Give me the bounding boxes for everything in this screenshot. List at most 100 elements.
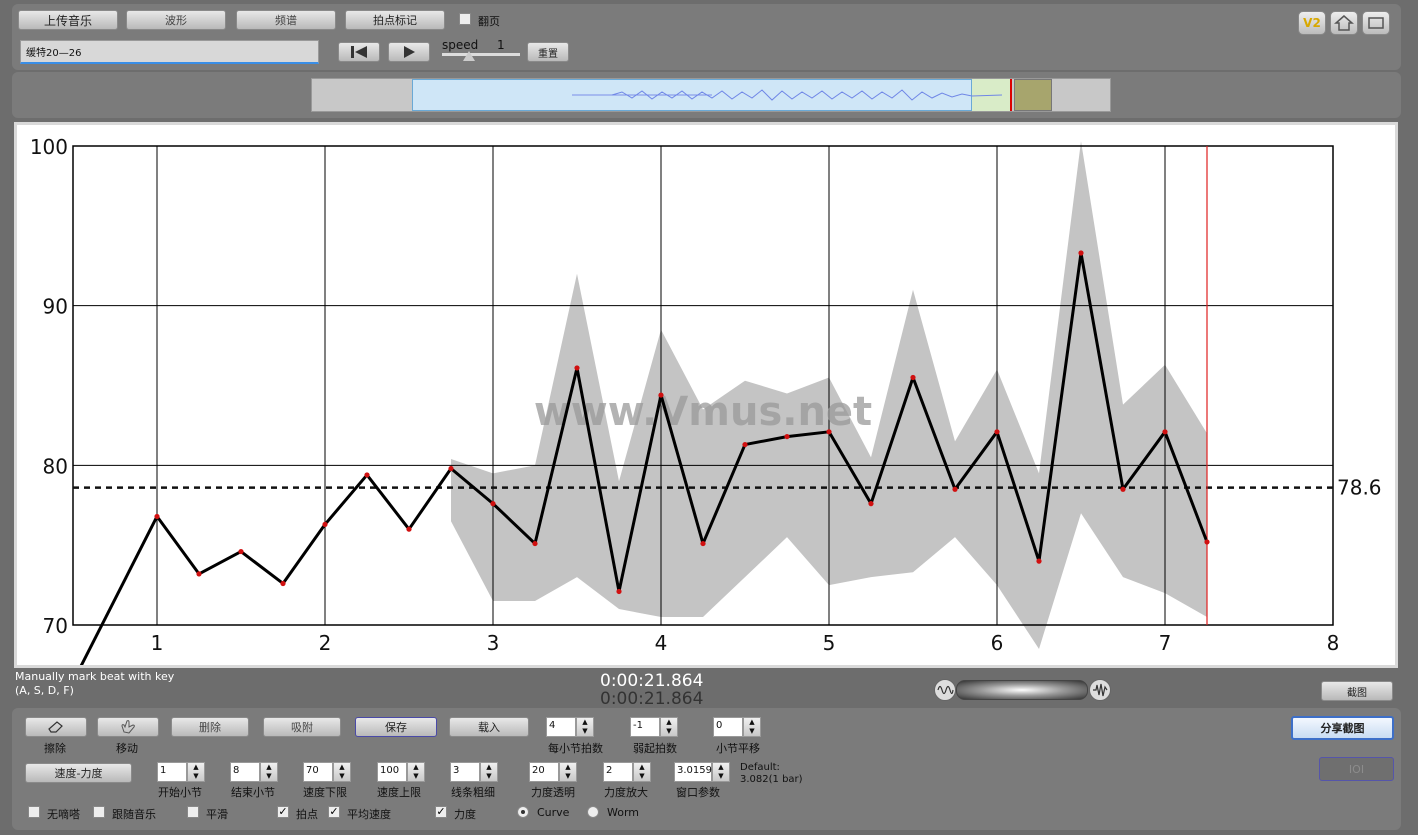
skip-back-icon: [351, 46, 367, 58]
no-beep-checkbox[interactable]: [28, 806, 40, 818]
dynamics-checkbox[interactable]: ✓: [435, 806, 447, 818]
beat-points-checkbox[interactable]: ✓: [277, 806, 289, 818]
end-bar-stepper[interactable]: 8 ▲ ▼: [230, 762, 278, 782]
beat-point[interactable]: [364, 472, 370, 478]
waveform-button[interactable]: 波形: [126, 10, 226, 30]
dynamics-scale-label: 力度放大: [604, 786, 648, 799]
waveform-toggle-icon[interactable]: [934, 679, 956, 701]
beat-point[interactable]: [868, 501, 874, 507]
beat-point[interactable]: [322, 521, 328, 528]
pickup-beats-label: 弱起拍数: [633, 742, 677, 755]
worm-radio[interactable]: [587, 806, 599, 818]
upload-music-button[interactable]: 上传音乐: [18, 10, 118, 30]
ioi-button[interactable]: IOI: [1319, 757, 1394, 781]
y-tick-label: 70: [43, 614, 68, 638]
beat-point[interactable]: [574, 365, 580, 371]
tempo-chart[interactable]: www.Vmus.net78.61 2 3 4 5 6 7 8708090100: [17, 125, 1395, 665]
y-tick-label: 80: [43, 454, 68, 478]
play-icon: [404, 46, 415, 58]
tempo-min-stepper[interactable]: 70 ▲ ▼: [303, 762, 351, 782]
time-display-primary: 0:00:21.864: [600, 671, 704, 691]
save-button[interactable]: 保存: [355, 717, 437, 737]
speed-slider-thumb[interactable]: [463, 51, 475, 61]
end-bar-label: 结束小节: [231, 786, 275, 799]
bar-shift-stepper[interactable]: 0 ▲ ▼: [713, 717, 761, 737]
worm-label: Worm: [607, 806, 640, 819]
delete-button[interactable]: 删除: [171, 717, 249, 737]
beat-point[interactable]: [1036, 558, 1042, 564]
beat-point[interactable]: [238, 548, 244, 555]
avg-tempo-checkbox[interactable]: ✓: [328, 806, 340, 818]
start-bar-stepper[interactable]: 1 ▲ ▼: [157, 762, 205, 782]
beat-point[interactable]: [952, 486, 958, 492]
beat-point[interactable]: [826, 429, 832, 435]
beat-point[interactable]: [1120, 486, 1126, 492]
start-bar-label: 开始小节: [158, 786, 202, 799]
line-width-stepper[interactable]: 3 ▲ ▼: [450, 762, 498, 782]
beat-point[interactable]: [910, 374, 916, 381]
home-icon[interactable]: [1330, 11, 1358, 35]
tempo-max-label: 速度上限: [377, 786, 421, 799]
line-width-label: 线条粗细: [451, 786, 495, 799]
beat-point[interactable]: [994, 429, 1000, 435]
skip-to-start-button[interactable]: [338, 42, 380, 62]
waveform-loud-icon[interactable]: [1089, 679, 1111, 701]
flip-page-checkbox[interactable]: [459, 13, 471, 25]
beat-point[interactable]: [532, 540, 538, 547]
volume-slider[interactable]: [956, 680, 1088, 700]
beat-point[interactable]: [1162, 429, 1168, 435]
bar-shift-label: 小节平移: [716, 742, 760, 755]
window-param-label: 窗口参数: [676, 786, 720, 799]
beat-point[interactable]: [616, 588, 622, 595]
y-tick-label: 100: [30, 135, 68, 159]
avg-tempo-label: 平均速度: [347, 808, 391, 821]
beat-point[interactable]: [784, 433, 790, 440]
spectrum-button[interactable]: 频谱: [236, 10, 336, 30]
beat-point[interactable]: [154, 513, 160, 520]
erase-button[interactable]: [25, 717, 87, 737]
curve-radio[interactable]: [517, 806, 529, 818]
window-param-stepper[interactable]: 3.0159 ▲ ▼: [674, 762, 730, 782]
eraser-icon: [48, 721, 63, 733]
time-display-secondary: 0:00:21.864: [600, 689, 704, 709]
waveform-signal: [572, 89, 1003, 101]
beat-point[interactable]: [658, 392, 664, 398]
dynamics-opacity-stepper[interactable]: 20 ▲ ▼: [529, 762, 577, 782]
reset-button[interactable]: 重置: [527, 42, 569, 62]
fullscreen-icon[interactable]: [1362, 11, 1390, 35]
dynamics-scale-stepper[interactable]: 2 ▲ ▼: [603, 762, 651, 782]
tempo-max-stepper[interactable]: 100 ▲ ▼: [377, 762, 425, 782]
follow-music-checkbox[interactable]: [93, 806, 105, 818]
beat-point[interactable]: [196, 571, 202, 577]
beat-point[interactable]: [448, 465, 454, 472]
track-name-field[interactable]: 缓特20—26: [20, 40, 319, 64]
manual-mark-hint-line2: (A, S, D, F): [15, 684, 74, 697]
x-tick-label: 5: [823, 631, 836, 655]
v2-icon[interactable]: V2: [1298, 11, 1326, 35]
beats-per-bar-stepper[interactable]: 4 ▲ ▼: [546, 717, 594, 737]
smooth-checkbox[interactable]: [187, 806, 199, 818]
screenshot-button[interactable]: 截图: [1321, 681, 1393, 701]
snap-button[interactable]: 吸附: [263, 717, 341, 737]
play-button[interactable]: [388, 42, 430, 62]
follow-music-label: 跟随音乐: [112, 808, 156, 821]
share-screenshot-button[interactable]: 分享截图: [1291, 716, 1394, 740]
default-window-line1: Default:: [740, 762, 780, 773]
load-button[interactable]: 载入: [449, 717, 529, 737]
x-tick-label: 4: [655, 631, 668, 655]
beat-marking-button[interactable]: 拍点标记: [345, 10, 445, 30]
beat-point[interactable]: [490, 501, 496, 507]
beat-point[interactable]: [280, 580, 286, 587]
beat-point[interactable]: [1078, 250, 1084, 256]
waveform-overview[interactable]: [311, 78, 1111, 112]
beat-point[interactable]: [406, 526, 412, 532]
x-tick-label: 8: [1327, 631, 1340, 655]
move-button[interactable]: [97, 717, 159, 737]
speed-slider[interactable]: [442, 53, 520, 56]
pickup-beats-stepper[interactable]: -1 ▲ ▼: [630, 717, 678, 737]
beat-point[interactable]: [1204, 539, 1210, 545]
beat-point[interactable]: [742, 441, 748, 448]
beat-point[interactable]: [700, 540, 706, 547]
tempo-dynamics-mode-button[interactable]: 速度-力度: [25, 763, 132, 783]
erase-label: 擦除: [44, 742, 66, 755]
